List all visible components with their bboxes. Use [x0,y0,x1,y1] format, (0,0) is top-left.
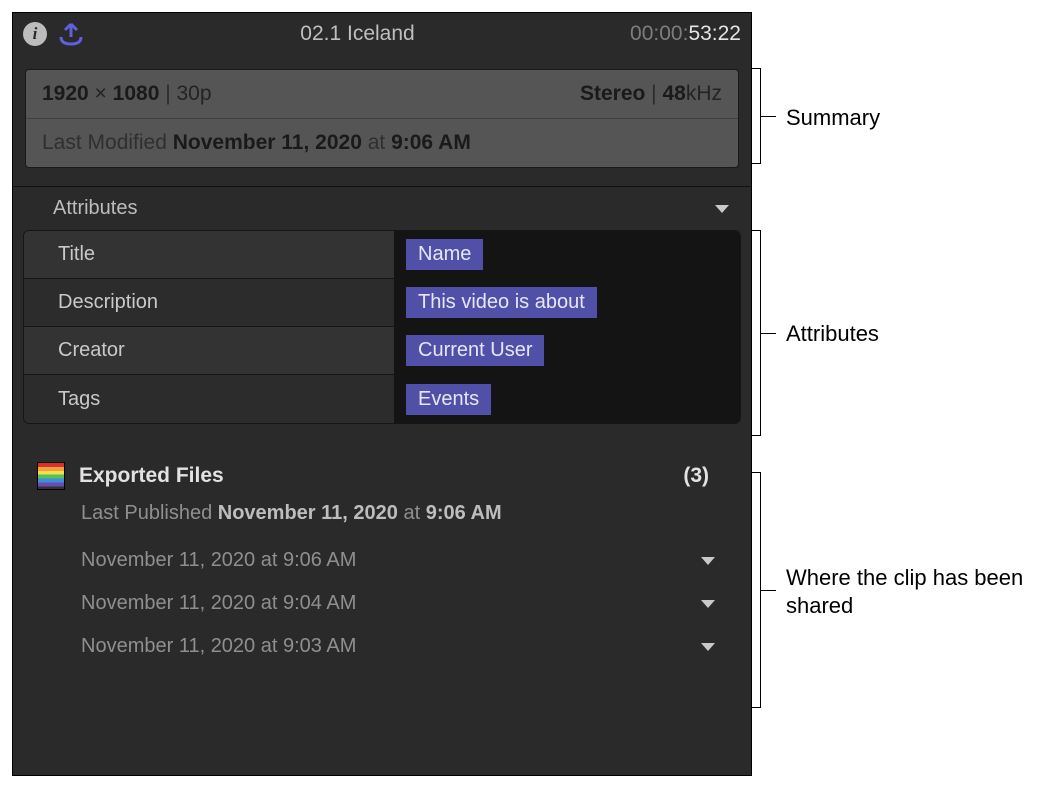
share-tab-icon[interactable] [57,21,85,47]
exported-files-title: Exported Files [79,464,669,488]
chevron-down-icon [715,205,729,213]
exported-item-date: November 11, 2020 at 9:06 AM [81,549,356,572]
annotation-layer: Summary Attributes Where the clip has be… [760,12,1050,776]
exported-item-date: November 11, 2020 at 9:04 AM [81,592,356,615]
inspector-header: i 02.1 Iceland 00:00:53:22 [13,13,751,55]
callout-bracket [760,230,761,436]
attr-token[interactable]: Name [406,239,483,270]
chevron-down-icon [701,600,715,608]
exported-files-section: Exported Files (3) Last Published Novemb… [29,454,735,668]
callout-shared: Where the clip has been shared [786,564,1026,619]
attr-token[interactable]: Events [406,384,491,415]
clip-title: 02.1 Iceland [85,22,630,46]
exported-files-header[interactable]: Exported Files (3) [29,454,735,498]
attr-token[interactable]: This video is about [406,287,597,318]
timecode: 00:00:53:22 [630,22,741,46]
attr-label: Description [24,291,394,314]
callout-bracket [760,472,761,708]
attributes-group: Title Name Description This video is abo… [23,230,741,424]
summary-row-format: 1920 × 1080 | 30p Stereo | 48kHz [26,70,738,118]
summary-resolution: 1920 × 1080 | 30p [42,82,212,106]
summary-box: 1920 × 1080 | 30p Stereo | 48kHz Last Mo… [25,69,739,168]
exported-item-date: November 11, 2020 at 9:03 AM [81,635,356,658]
exported-item[interactable]: November 11, 2020 at 9:06 AM [29,539,735,582]
attr-row-description: Description This video is about [24,279,740,327]
attr-row-tags: Tags Events [24,375,740,423]
attr-label: Creator [24,339,394,362]
attr-row-title: Title Name [24,231,740,279]
summary-audio: Stereo | 48kHz [580,82,722,106]
attr-value-field[interactable]: Current User [394,327,740,374]
callout-attributes: Attributes [786,320,879,348]
attr-value-field[interactable]: This video is about [394,279,740,326]
attr-token[interactable]: Current User [406,335,544,366]
attr-row-creator: Creator Current User [24,327,740,375]
chevron-down-icon [701,643,715,651]
attr-label: Tags [24,388,394,411]
attr-value-field[interactable]: Name [394,231,740,278]
exported-item[interactable]: November 11, 2020 at 9:04 AM [29,582,735,625]
summary-row-modified: Last Modified November 11, 2020 at 9:06 … [26,118,738,167]
callout-bracket [760,68,761,164]
callout-summary: Summary [786,104,880,132]
exported-item[interactable]: November 11, 2020 at 9:03 AM [29,625,735,668]
share-inspector-panel: i 02.1 Iceland 00:00:53:22 1920 × 1080 |… [12,12,752,776]
timecode-lit: 53:22 [688,22,741,45]
exported-last-published: Last Published November 11, 2020 at 9:06… [29,498,735,539]
attr-label: Title [24,243,394,266]
info-icon[interactable]: i [23,22,47,46]
timecode-dim: 00:00: [630,22,688,45]
chevron-down-icon [701,557,715,565]
attributes-header[interactable]: Attributes [13,187,751,230]
filmstrip-icon [37,462,65,490]
exported-files-count: (3) [683,464,709,488]
attributes-heading-label: Attributes [53,197,137,220]
attr-value-field[interactable]: Events [394,375,740,423]
